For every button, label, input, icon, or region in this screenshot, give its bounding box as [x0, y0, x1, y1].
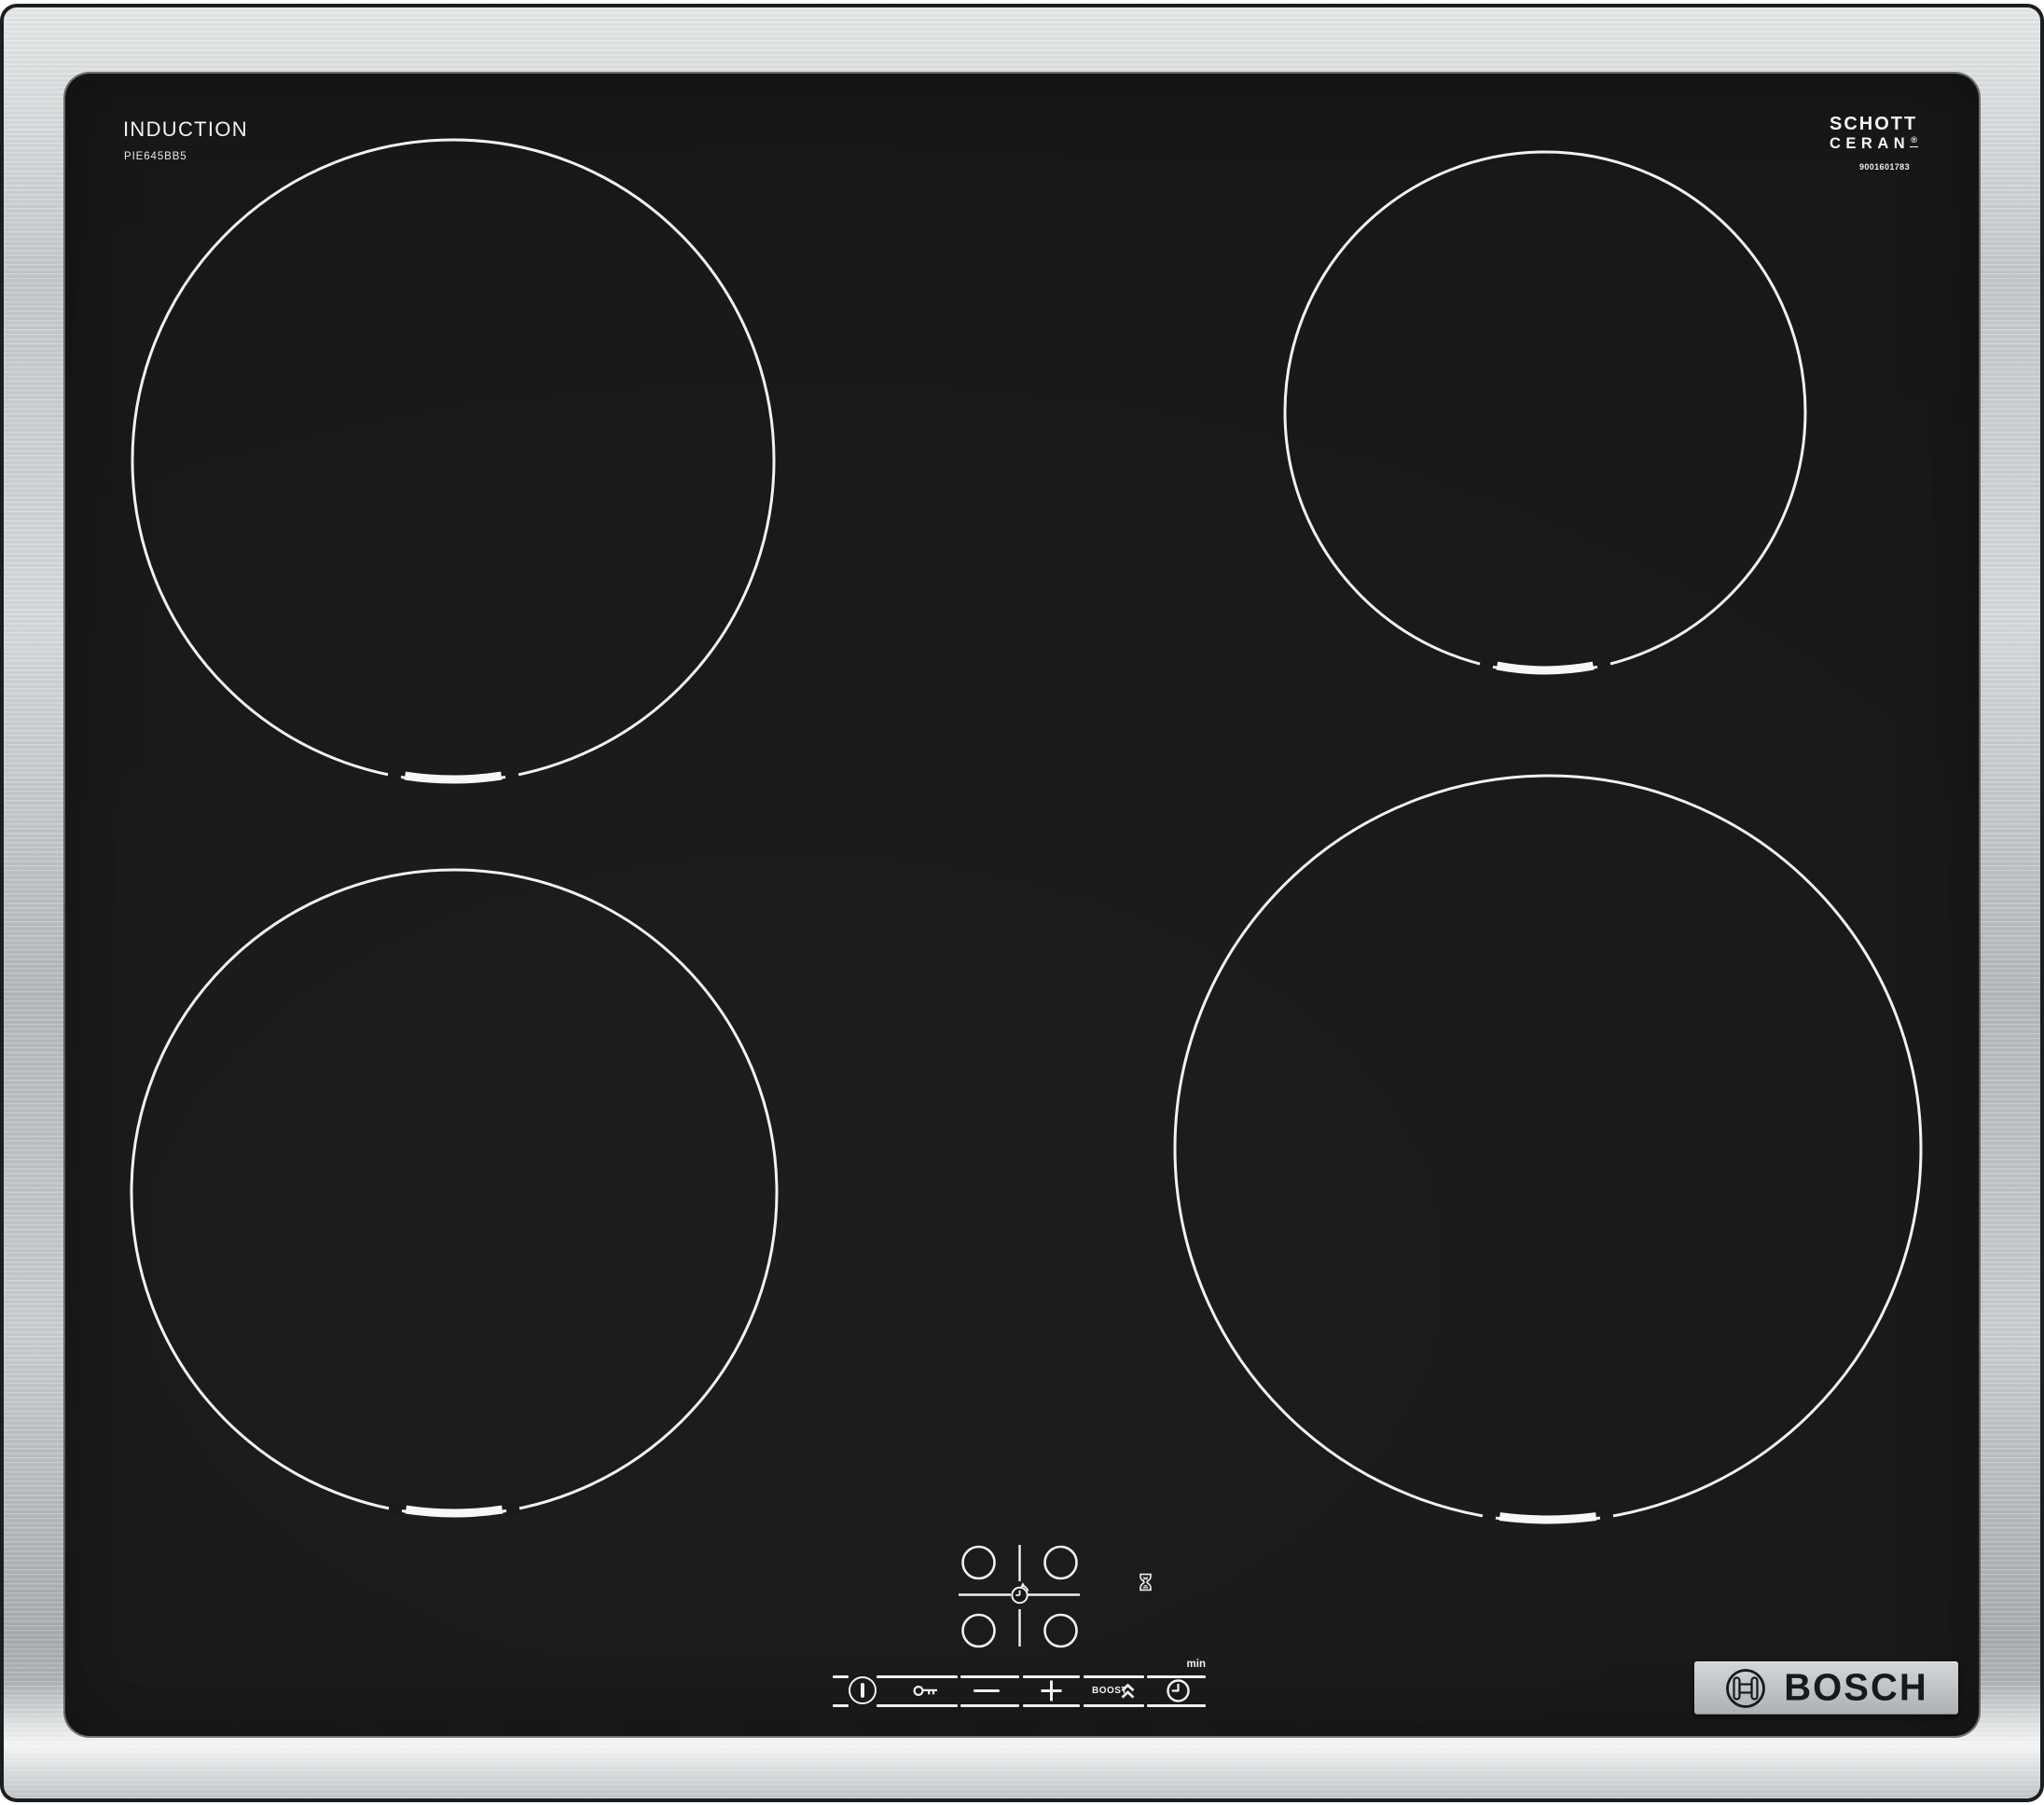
hob-body: INDUCTION PIE645BB5 SCHOTT CERAN® 900160… — [0, 4, 2044, 1802]
strip-line — [877, 1675, 958, 1678]
zone-selector — [942, 1533, 1100, 1663]
strip-line — [1084, 1704, 1144, 1707]
ceramic-glass-surface: INDUCTION PIE645BB5 SCHOTT CERAN® 900160… — [65, 74, 1979, 1736]
clock-icon — [1168, 1681, 1189, 1702]
power-icon — [861, 1683, 864, 1698]
plus-button[interactable] — [1039, 1678, 1064, 1703]
child-lock-button[interactable] — [913, 1683, 939, 1699]
boost-chevrons-icon — [1120, 1683, 1136, 1700]
cooking-zone-back-right — [1285, 152, 1805, 672]
zone-select-back-left-key[interactable] — [963, 1547, 995, 1578]
strip-line — [1147, 1704, 1206, 1707]
key-icon — [915, 1687, 937, 1695]
strip-line — [1023, 1704, 1080, 1707]
strip-line — [960, 1675, 1019, 1678]
pan-position-notch — [405, 776, 501, 779]
timer-button[interactable] — [1166, 1678, 1191, 1703]
cooking-zone-front-right — [1175, 776, 1921, 1522]
zone-select-front-left-key[interactable] — [963, 1615, 995, 1647]
cooking-zone-back-left — [132, 140, 774, 781]
bosch-armature-icon — [1724, 1667, 1767, 1710]
zone-select-back-right-key[interactable] — [1045, 1547, 1077, 1578]
cooking-zone-front-left — [131, 870, 777, 1515]
hourglass-icon — [1139, 1573, 1153, 1591]
strip-line — [833, 1675, 849, 1678]
bosch-badge: BOSCH — [1694, 1661, 1958, 1715]
pan-position-notch — [406, 1509, 502, 1513]
zone-timer-clock-icon — [1012, 1582, 1028, 1603]
strip-line — [960, 1704, 1019, 1707]
minutes-unit-label: min — [1187, 1659, 1206, 1670]
zone-select-front-right-key[interactable] — [1045, 1615, 1077, 1647]
strip-line — [877, 1704, 958, 1707]
bosch-wordmark: BOSCH — [1784, 1667, 1927, 1710]
minus-button[interactable] — [974, 1689, 1000, 1692]
cooking-zones-layer — [65, 74, 1979, 1736]
strip-line — [1084, 1675, 1144, 1678]
pan-position-notch — [1499, 1517, 1595, 1520]
plus-icon — [1042, 1681, 1062, 1702]
strip-line — [833, 1704, 849, 1707]
pan-position-notch — [1497, 666, 1593, 670]
power-button[interactable] — [849, 1676, 877, 1704]
